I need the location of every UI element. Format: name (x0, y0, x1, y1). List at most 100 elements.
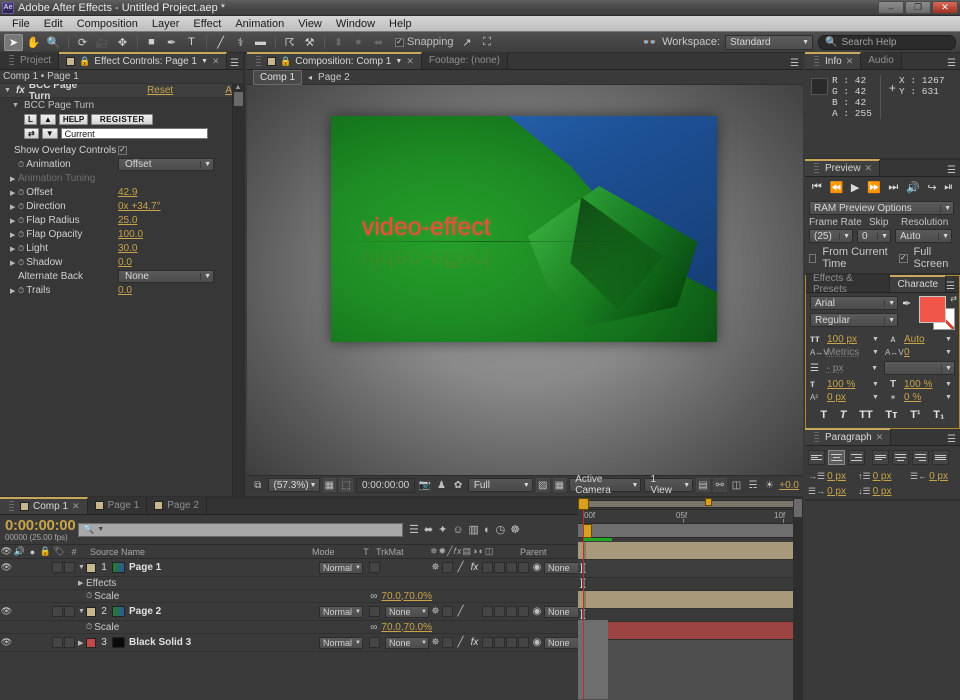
effect-group-header[interactable]: ▼ BCC Page Turn (0, 98, 243, 112)
property-value[interactable]: 42.9 (118, 187, 137, 198)
constrain-proportions-icon[interactable]: ∞ (370, 622, 377, 633)
comp-nav-bar[interactable] (578, 524, 803, 538)
small-caps-button[interactable]: Tт (885, 409, 897, 421)
menu-window[interactable]: Window (329, 16, 382, 32)
breadcrumb-comp[interactable]: Comp 1 (253, 69, 303, 85)
quality-switch-icon[interactable]: ╱ (454, 562, 467, 573)
draft-3d-icon[interactable]: ✦ (438, 523, 447, 536)
panel-menu-icon[interactable]: ☰ (230, 58, 243, 69)
layer-name[interactable]: Page 2 (129, 606, 319, 617)
show-snapshot-icon[interactable]: ♟ (435, 478, 449, 492)
snapping-checkbox[interactable]: ✓ (395, 37, 404, 47)
transparency-grid-icon[interactable]: ▨ (535, 478, 550, 492)
frame-blending-icon[interactable]: ▥ (469, 523, 479, 536)
timecode-display[interactable]: 0:00:00:00 00000 (25.00 fps) (0, 518, 78, 542)
frame-blend-box[interactable] (482, 606, 493, 617)
snapshot-icon[interactable]: 📷 (418, 478, 432, 492)
layer-color-swatch[interactable] (86, 606, 96, 617)
property-value[interactable]: 0x +34.7° (118, 201, 161, 212)
skip-dropdown[interactable]: 0 ▼ (857, 229, 891, 243)
tab-page-2[interactable]: Page 2 (147, 497, 207, 514)
close-icon[interactable]: ✕ (865, 163, 873, 174)
hand-tool-icon[interactable]: ✋ (24, 34, 43, 51)
menu-edit[interactable]: Edit (37, 16, 70, 32)
views-dropdown[interactable]: 1 View ▼ (644, 474, 694, 496)
space-after-field[interactable]: ↓☰ 0 px (855, 484, 894, 499)
indent-right-value[interactable]: 0 px (929, 471, 948, 482)
adjustment-layer-box[interactable] (506, 606, 517, 617)
layer-name[interactable]: Black Solid 3 (129, 637, 319, 648)
tab-comp-1[interactable]: Comp 1 ✕ (0, 497, 88, 514)
space-before-value[interactable]: 0 px (873, 471, 892, 482)
panel-menu-icon[interactable]: ☰ (409, 523, 419, 536)
menu-animation[interactable]: Animation (228, 16, 291, 32)
swap-colors-icon[interactable]: ⇄ (950, 294, 957, 303)
preserve-transparency-box[interactable] (369, 637, 380, 648)
close-icon[interactable]: ✕ (72, 501, 80, 512)
constrain-proportions-icon[interactable]: ∞ (370, 591, 377, 602)
from-current-time-checkbox[interactable] (809, 253, 817, 263)
tab-character[interactable]: Characte (890, 275, 947, 292)
chevron-down-icon[interactable]: ▼ (872, 349, 882, 356)
roto-brush-tool-icon[interactable]: ☈ (280, 34, 299, 51)
panel-menu-icon[interactable]: ☰ (947, 165, 960, 176)
shy-switch-icon[interactable]: ✵ (429, 637, 442, 648)
work-area-bar[interactable] (578, 498, 803, 510)
indent-first-value[interactable]: 0 px (827, 486, 846, 497)
blend-mode-dropdown[interactable]: Normal ▼ (319, 605, 363, 618)
play-button[interactable]: ▶ (851, 181, 859, 194)
previous-frame-button[interactable]: ⏪ (829, 181, 843, 194)
timeline-search-input[interactable]: 🔍 ▼ (78, 522, 403, 537)
quality-switch-icon[interactable]: ╱ (454, 606, 467, 617)
solo-switch-box[interactable] (64, 606, 75, 617)
menu-help[interactable]: Help (382, 16, 419, 32)
next-frame-button[interactable]: ⏩ (867, 181, 881, 194)
disclosure-triangle-icon[interactable]: ▶ (10, 259, 18, 267)
layer-color-swatch[interactable] (86, 562, 96, 573)
property-value[interactable]: 25.0 (118, 215, 137, 226)
timeline-vertical-scrollbar[interactable] (793, 498, 803, 700)
scroll-thumb[interactable] (794, 499, 802, 517)
track-matte-dropdown[interactable]: None ▼ (385, 605, 429, 618)
parent-pickwhip-icon[interactable]: ◉ (530, 562, 544, 573)
space-before-field[interactable]: ↑☰ 0 px (855, 469, 907, 484)
scale-property-value[interactable]: 70.0,70.0% (381, 591, 432, 602)
snapping-toggle[interactable]: ✓ Snapping (395, 36, 454, 48)
all-caps-button[interactable]: TT (859, 409, 872, 421)
stopwatch-icon[interactable]: ⏱ (18, 258, 24, 267)
checker-icon[interactable]: ▦ (552, 478, 567, 492)
animation-dropdown[interactable]: Offset ▼ (118, 157, 214, 171)
effect-header-row[interactable]: ▼ fx BCC Page Turn Reset Abo (0, 84, 243, 102)
chevron-down-icon[interactable]: ▼ (872, 394, 882, 401)
effects-switch-icon[interactable]: fx (467, 562, 482, 573)
horizontal-scale-value[interactable]: 100 % (904, 379, 942, 390)
brainstorm-icon[interactable]: ☸ (510, 523, 520, 536)
disclosure-triangle-icon[interactable]: ▶ (10, 189, 18, 197)
motion-blur-box[interactable] (494, 637, 505, 648)
bracket-tool-icon[interactable]: ⛶ (478, 34, 497, 51)
frame-blend-box[interactable] (482, 637, 493, 648)
stopwatch-icon[interactable]: ⏱ (18, 188, 24, 197)
menu-file[interactable]: File (5, 16, 37, 32)
chevron-down-icon[interactable]: ▼ (872, 336, 882, 343)
indent-first-field[interactable]: ☰→ 0 px (805, 484, 855, 499)
zoom-tool-icon[interactable]: 🔍 (44, 34, 63, 51)
stopwatch-icon[interactable]: ⏱ (18, 286, 24, 295)
motion-blur-box[interactable] (494, 606, 505, 617)
stopwatch-icon[interactable]: ⏱ (18, 244, 24, 253)
kerning-value[interactable]: Metrics (827, 347, 869, 358)
tab-effects-presets[interactable]: Effects & Presets (806, 273, 891, 295)
parent-pickwhip-icon[interactable]: ◉ (530, 606, 544, 617)
disclosure-triangle-icon[interactable]: ▶ (10, 231, 18, 239)
indent-left-value[interactable]: 0 px (827, 471, 846, 482)
audio-switch-box[interactable] (52, 562, 63, 573)
scroll-thumb[interactable] (234, 92, 243, 106)
leading-value[interactable]: Auto (904, 334, 942, 345)
panel-menu-icon[interactable]: ☰ (946, 281, 959, 292)
font-size-value[interactable]: 100 px (827, 334, 869, 345)
tab-page-1[interactable]: Page 1 (87, 497, 148, 514)
tab-footage[interactable]: Footage: (none) (421, 52, 509, 69)
breadcrumb-layer[interactable]: Page 2 (318, 72, 350, 83)
collapse-switch-box[interactable] (442, 637, 453, 648)
time-ruler[interactable]: 00f 05f 10f (578, 510, 803, 524)
